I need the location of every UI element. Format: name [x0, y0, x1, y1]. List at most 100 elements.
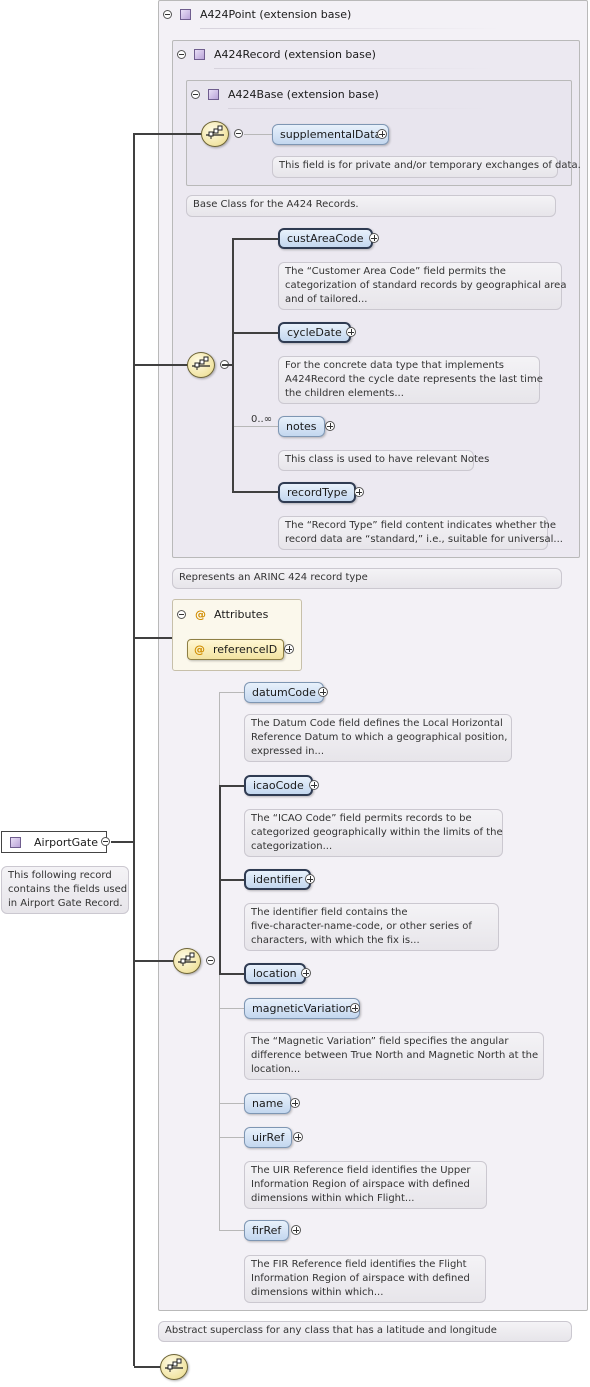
- element-recordType[interactable]: recordType: [278, 482, 357, 503]
- collapse-icon[interactable]: [191, 89, 200, 99]
- element-description: The “Magnetic Variation” field specifies…: [244, 1032, 544, 1080]
- expand-icon[interactable]: [309, 780, 319, 790]
- expand-icon[interactable]: [284, 644, 294, 654]
- description-line: characters, with which the fix is...: [251, 935, 420, 946]
- complex-type-icon: [180, 8, 191, 20]
- element-notes[interactable]: notes: [278, 416, 325, 437]
- group-a424record-header: A424Record (extension base): [177, 46, 376, 62]
- expand-icon[interactable]: [346, 327, 356, 337]
- sequence-glyph: [165, 1358, 183, 1372]
- collapse-icon[interactable]: [206, 956, 215, 965]
- description-line: difference between True North and Magnet…: [251, 1050, 539, 1061]
- expand-icon[interactable]: [350, 1003, 360, 1013]
- expand-icon[interactable]: [305, 874, 315, 884]
- group-a424point-title: A424Point (extension base): [200, 7, 352, 21]
- element-description: The “ICAO Code” field permits records to…: [244, 809, 503, 857]
- element-label: datumCode: [252, 686, 316, 699]
- element-identifier[interactable]: identifier: [244, 869, 312, 890]
- connector: [244, 134, 272, 135]
- connector: [219, 973, 244, 975]
- description-line: Base Class for the A424 Records.: [193, 199, 359, 210]
- attributes-title: Attributes: [214, 607, 269, 621]
- element-description: The Datum Code field defines the Local H…: [244, 714, 512, 762]
- collapse-icon[interactable]: [177, 609, 186, 619]
- expand-icon[interactable]: [369, 233, 379, 243]
- description-line: The “Record Type” field content indicate…: [285, 520, 557, 531]
- description-line: A424Record the cycle date represents the…: [285, 374, 543, 385]
- description-line: record data are “standard,” i.e., suitab…: [285, 534, 563, 545]
- description-line: Represents an ARINC 424 record type: [179, 572, 368, 583]
- description-line: The Datum Code field defines the Local H…: [251, 718, 503, 729]
- element-icaoCode[interactable]: icaoCode: [244, 775, 313, 796]
- group-a424point-description: Abstract superclass for any class that h…: [158, 1321, 572, 1342]
- connector: [222, 364, 234, 366]
- description-line: Reference Datum to which a geographical …: [251, 732, 508, 743]
- expand-icon[interactable]: [325, 421, 335, 431]
- description-line: The “Magnetic Variation” field specifies…: [251, 1036, 509, 1047]
- collapse-icon[interactable]: [101, 837, 110, 846]
- description-line: five-character-name-code, or other serie…: [251, 921, 472, 932]
- connector: [134, 1366, 160, 1368]
- element-description: The identifier field contains the five-c…: [244, 903, 499, 951]
- description-line: dimensions within which...: [251, 1287, 384, 1298]
- description-line: The “Customer Area Code” field permits t…: [285, 266, 506, 277]
- root-element-label: AirportGate: [34, 835, 98, 849]
- sequence-compositor-icon[interactable]: [173, 948, 201, 974]
- element-description: This class is used to have relevant Note…: [278, 450, 489, 471]
- description-line: dimensions within which Flight...: [251, 1193, 415, 1204]
- element-cycleDate[interactable]: cycleDate: [278, 322, 351, 343]
- attribute-referenceID[interactable]: @ referenceID: [187, 639, 285, 660]
- element-datumCode[interactable]: datumCode: [244, 682, 324, 703]
- description-line: For the concrete data type that implemen…: [285, 360, 505, 371]
- expand-icon[interactable]: [293, 1132, 303, 1142]
- collapse-icon[interactable]: [177, 49, 186, 59]
- element-description: The FIR Reference field identifies the F…: [244, 1255, 486, 1303]
- description-line: The FIR Reference field identifies the F…: [251, 1259, 467, 1270]
- collapse-icon[interactable]: [234, 129, 243, 138]
- expand-icon[interactable]: [318, 687, 328, 697]
- expand-icon[interactable]: [301, 968, 311, 978]
- element-description: The UIR Reference field identifies the U…: [244, 1161, 487, 1209]
- description-line: categorization of standard records by ge…: [285, 280, 567, 291]
- description-line: contains the fields used: [8, 884, 128, 895]
- element-supplementalData[interactable]: supplementalData: [272, 124, 390, 145]
- sequence-compositor-icon[interactable]: [160, 1354, 188, 1380]
- complex-type-icon: [208, 88, 219, 100]
- divider: [214, 68, 494, 69]
- description-line: Abstract superclass for any class that h…: [165, 1325, 497, 1336]
- element-custAreaCode[interactable]: custAreaCode: [278, 228, 373, 249]
- element-description: The “Customer Area Code” field permits t…: [278, 262, 567, 310]
- element-uirRef[interactable]: uirRef: [244, 1127, 293, 1148]
- attributes-header: @ Attributes: [177, 606, 268, 622]
- element-label: identifier: [253, 873, 303, 886]
- root-element-AirportGate[interactable]: AirportGate: [1, 831, 107, 853]
- connector: [219, 1008, 244, 1009]
- connector: [134, 364, 188, 366]
- collapse-icon[interactable]: [163, 9, 172, 19]
- connector: [133, 133, 135, 1366]
- description-line: expressed in...: [251, 746, 325, 757]
- group-a424base-header: A424Base (extension base): [191, 86, 379, 102]
- description-line: Information Region of airspace with defi…: [251, 1179, 470, 1190]
- description-line: Information Region of airspace with defi…: [251, 1273, 470, 1284]
- description-line: This field is for private and/or tempora…: [279, 160, 581, 171]
- element-label: cycleDate: [287, 326, 342, 339]
- attribute-icon: @: [194, 643, 205, 656]
- expand-icon[interactable]: [354, 487, 364, 497]
- expand-icon[interactable]: [377, 129, 387, 139]
- element-name[interactable]: name: [244, 1093, 292, 1114]
- element-label: supplementalData: [280, 128, 382, 141]
- element-firRef[interactable]: firRef: [244, 1220, 290, 1241]
- expand-icon[interactable]: [290, 1098, 300, 1108]
- element-magneticVariation[interactable]: magneticVariation: [244, 998, 361, 1019]
- description-line: the children elements...: [285, 388, 404, 399]
- element-location[interactable]: location: [244, 963, 306, 984]
- group-a424record-description: Represents an ARINC 424 record type: [172, 568, 562, 589]
- group-a424base-description: Base Class for the A424 Records.: [186, 195, 556, 217]
- sequence-compositor-icon[interactable]: [187, 352, 215, 378]
- sequence-compositor-icon[interactable]: [201, 121, 229, 147]
- attribute-icon: @: [195, 607, 206, 621]
- group-a424record-title: A424Record (extension base): [214, 47, 376, 61]
- occurrence-label: 0..∞: [251, 414, 273, 425]
- expand-icon[interactable]: [291, 1225, 301, 1235]
